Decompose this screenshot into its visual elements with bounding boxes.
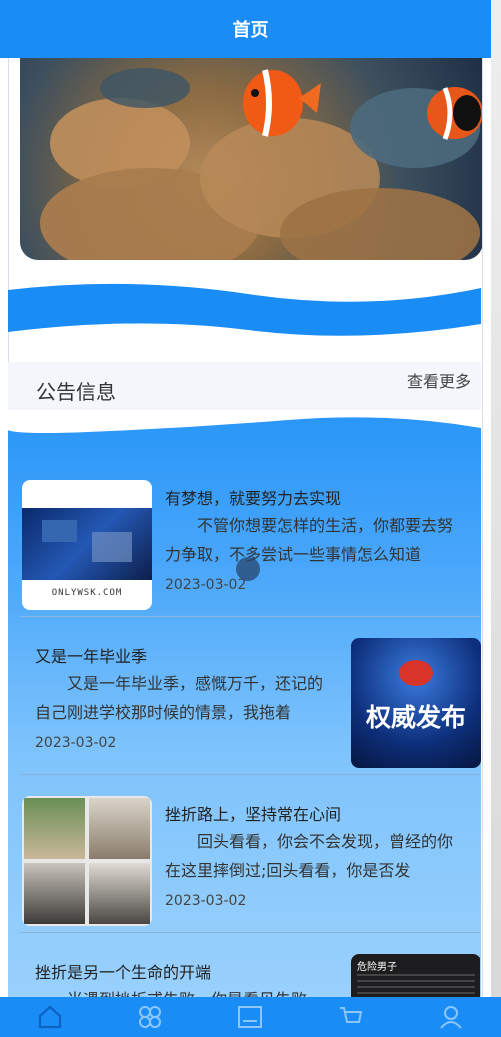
news-summary: 不管你想要怎样的生活，你都要去努力争取，不多尝试一些事情怎么知道 xyxy=(165,516,454,564)
home-icon xyxy=(38,1005,62,1029)
clownfish-image xyxy=(243,69,321,137)
tab-news[interactable] xyxy=(230,997,270,1037)
thumb-caption: 危险男子 xyxy=(357,962,397,973)
notice-header: 公告信息 查看更多 xyxy=(8,362,481,414)
notice-title: 公告信息 xyxy=(36,380,116,404)
tab-cart[interactable] xyxy=(331,997,371,1037)
thumb-caption: ONLYWSK.COM xyxy=(51,588,123,598)
news-summary: 当遇到挫折或失败，你是看见失败 xyxy=(35,985,335,997)
cart-icon xyxy=(339,1007,362,1023)
news-thumbnail: 危险男子 xyxy=(351,954,480,997)
list-item[interactable]: 挫折是另一个生命的开端 当遇到挫折或失败，你是看见失败 危险男子 xyxy=(20,952,480,997)
news-date: 2023-03-02 xyxy=(35,735,117,751)
news-icon xyxy=(238,1006,263,1028)
news-summary: 又是一年毕业季，感慨万千，还记的自己刚进学校那时候的情景，我拖着 xyxy=(35,674,324,722)
news-title: 挫折是另一个生命的开端 xyxy=(35,963,212,982)
news-date: 2023-03-02 xyxy=(165,577,247,593)
news-title: 又是一年毕业季 xyxy=(35,647,148,666)
news-thumbnail: 权威发布 xyxy=(351,638,481,768)
news-title: 挫折路上，坚持常在心间 xyxy=(165,805,342,824)
touch-indicator xyxy=(236,557,260,581)
news-summary: 回头看看，你会不会发现，曾经的你在这里摔倒过;回头看看，你是否发 xyxy=(165,832,454,880)
news-date: 2023-03-02 xyxy=(165,893,247,909)
news-thumbnail xyxy=(22,796,152,926)
tab-home[interactable] xyxy=(30,997,70,1037)
category-icon xyxy=(139,1006,162,1028)
view-more-link[interactable]: 查看更多 xyxy=(407,368,471,392)
list-item[interactable]: 挫折路上，坚持常在心间 回头看看，你会不会发现，曾经的你在这里摔倒过;回头看看，… xyxy=(20,794,480,933)
header-bar: 首页 xyxy=(0,0,501,58)
bottom-tab-bar xyxy=(0,997,501,1037)
clownfish-image-2 xyxy=(427,87,483,140)
news-thumbnail: ONLYWSK.COM xyxy=(22,480,152,610)
tab-category[interactable] xyxy=(130,997,170,1037)
news-title: 有梦想，就要努力去实现 xyxy=(165,489,342,508)
thumb-caption: 权威发布 xyxy=(365,703,466,732)
banner-carousel[interactable] xyxy=(20,58,483,260)
page-title: 首页 xyxy=(232,20,269,41)
user-icon xyxy=(440,1006,462,1029)
scrollbar[interactable] xyxy=(491,0,501,1037)
tab-user[interactable] xyxy=(431,997,471,1037)
list-item[interactable]: ONLYWSK.COM 有梦想，就要努力去实现 不管你想要怎样的生活，你都要去努… xyxy=(20,478,480,617)
list-item[interactable]: 又是一年毕业季 又是一年毕业季，感慨万千，还记的自己刚进学校那时候的情景，我拖着… xyxy=(20,636,481,775)
wave-decoration xyxy=(8,283,481,336)
wave-decoration-2 xyxy=(8,410,481,433)
